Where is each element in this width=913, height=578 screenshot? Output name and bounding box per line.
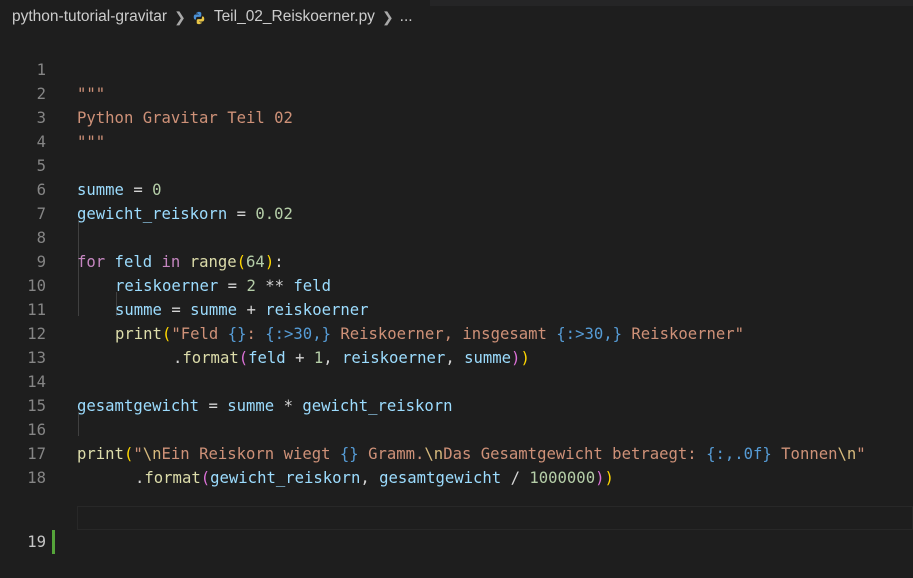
code-line[interactable]: 1 """ [0,34,913,103]
code-line[interactable]: 2 Python Gravitar Teil 02 [0,58,913,127]
tab-strip-edge [430,0,913,6]
code-line-current[interactable]: 19 [0,458,913,554]
code-line[interactable]: 4 [0,106,913,151]
line-number: 19 [27,533,46,551]
python-icon [193,11,205,25]
breadcrumb-folder[interactable]: python-tutorial-gravitar [12,8,167,26]
code-line[interactable]: 12 .format(feld + 1, reiskoerner, summe)… [0,298,913,367]
breadcrumb-file[interactable]: Teil_02_Reiskoerner.py [214,8,375,26]
code-line[interactable]: 5 summe = 0 [0,130,913,199]
code-line[interactable]: 6 gewicht_reiskorn = 0.02 [0,154,913,223]
code-line[interactable]: 10 summe = summe + reiskoerner [0,250,913,319]
code-line[interactable]: 3 """ [0,82,913,151]
breadcrumb: python-tutorial-gravitar ❯ Teil_02_Reisk… [0,0,913,34]
current-line-highlight [77,506,913,530]
code-line[interactable]: 14 gesamtgewicht = summe * gewicht_reisk… [0,346,913,415]
code-editor[interactable]: 1 """ 2 Python Gravitar Teil 02 3 """ 4 … [0,34,913,554]
code-line[interactable]: 13 [0,322,913,367]
chevron-right-icon: ❯ [381,8,394,25]
code-line[interactable]: 15 [0,370,913,415]
code-line[interactable]: 17 .format(gewicht_reiskorn, gesamtgewic… [0,418,913,487]
chevron-right-icon: ❯ [174,8,186,25]
code-line[interactable]: 7 [0,178,913,223]
modified-line-indicator [52,530,55,554]
code-line[interactable]: 9 reiskoerner = 2 ** feld [0,226,913,295]
code-line[interactable]: 16 print("\nEin Reiskorn wiegt {} Gramm.… [0,394,913,463]
code-line[interactable]: 11 print("Feld {}: {:>30,} Reiskoerner, … [0,274,913,343]
breadcrumb-symbol[interactable]: ... [400,8,413,26]
code-line[interactable]: 8 for feld in range(64): [0,202,913,271]
